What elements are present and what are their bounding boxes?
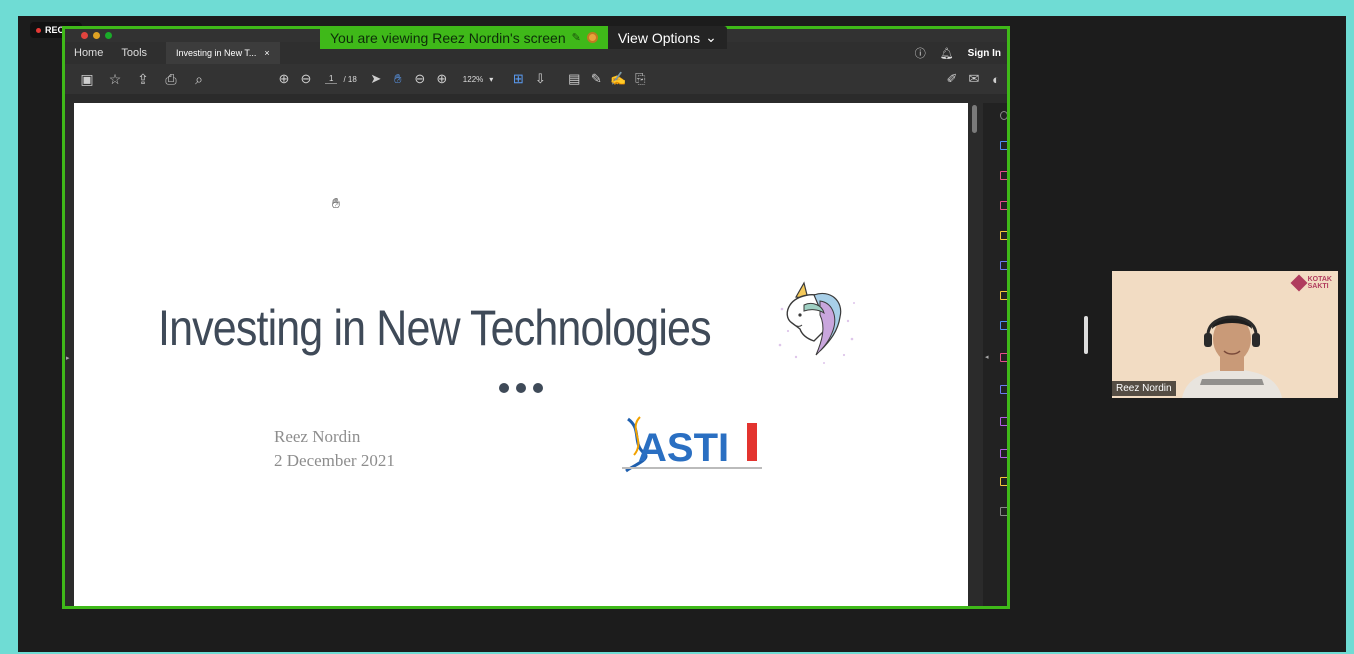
acrobat-toolbar: ▣ ☆ ⇪ ⎙ ⌕ ⊕ ⊖ 1 / 18 ➤ ✋︎ ⊖ ⊕ 122% ▾ ⊞ ⇩… xyxy=(65,64,1007,94)
email-icon[interactable]: ✉ xyxy=(963,71,985,87)
menu-tools[interactable]: Tools xyxy=(112,47,156,59)
print-icon[interactable]: ⎙ xyxy=(157,71,185,88)
slide-title: Investing in New Technologies xyxy=(158,300,712,356)
stop-share-icon[interactable] xyxy=(586,32,598,43)
vertical-scrollbar[interactable] xyxy=(970,103,980,606)
record-dot-icon xyxy=(36,27,41,33)
svg-text:ASTI: ASTI xyxy=(638,426,729,470)
close-tab-icon[interactable]: × xyxy=(264,48,269,58)
notification-bell-icon[interactable]: 🔔︎ xyxy=(940,47,954,60)
participant-video xyxy=(1172,299,1292,398)
collapse-panel-icon[interactable]: ◂ xyxy=(985,353,989,361)
stamp-icon[interactable]: ⎘ xyxy=(629,71,651,87)
maximize-window-icon[interactable] xyxy=(105,32,112,39)
slide-divider-dots xyxy=(499,383,543,393)
view-options-label: View Options xyxy=(617,29,701,46)
participant-video-tile[interactable]: KOTAK SAKTI Reez Nordin xyxy=(1112,271,1338,398)
screen-share-banner: You are viewing Reez Nordin's screen ✎ V… xyxy=(320,26,727,49)
comment-tool-icon[interactable] xyxy=(1000,231,1007,240)
zoom-select[interactable]: 122% ▾ xyxy=(463,75,493,84)
protect-icon[interactable] xyxy=(1000,385,1007,394)
edit-pdf-icon[interactable] xyxy=(1000,201,1007,210)
hand-tool-icon[interactable]: ✋︎ xyxy=(387,71,409,87)
close-window-icon[interactable] xyxy=(81,32,88,39)
search-tool-icon[interactable] xyxy=(1000,111,1007,120)
pdf-page: ✋︎ Investing in New Technologies Reez No… xyxy=(74,103,968,606)
page-total: / 18 xyxy=(343,74,357,84)
select-cursor-icon[interactable]: ➤ xyxy=(365,71,387,87)
fill-and-sign-icon[interactable] xyxy=(1000,417,1007,426)
export-pdf-icon[interactable] xyxy=(1000,141,1007,150)
document-tab[interactable]: Investing in New T... × xyxy=(166,42,280,64)
gallery-resize-handle[interactable] xyxy=(1084,316,1088,354)
sign-icon[interactable]: ✍ xyxy=(607,71,629,87)
viewing-text: You are viewing Reez Nordin's screen xyxy=(330,29,566,46)
more-tools-icon[interactable] xyxy=(1000,477,1007,486)
pin-icon[interactable]: ✎ xyxy=(572,31,581,44)
star-icon[interactable]: ☆ xyxy=(101,71,129,88)
left-panel-toggle-icon[interactable]: ▸ xyxy=(66,354,70,362)
zoom-out-icon[interactable]: ⊖ xyxy=(409,71,431,87)
zoom-value: 122% xyxy=(462,74,484,84)
upload-cloud-icon[interactable]: ⇪ xyxy=(129,71,157,88)
unicorn-illustration xyxy=(778,281,855,364)
page-up-icon[interactable]: ⊕ xyxy=(273,71,295,87)
share-icon[interactable]: ◐ xyxy=(985,72,1007,87)
page-indicator: 1 / 18 xyxy=(325,74,357,84)
slide-presenter-info: Reez Nordin 2 December 2021 xyxy=(274,425,395,473)
page-number-input[interactable]: 1 xyxy=(325,74,338,84)
create-pdf-icon[interactable] xyxy=(1000,171,1007,180)
page-down-icon[interactable]: ⊖ xyxy=(295,71,317,87)
save-icon[interactable]: ▣ xyxy=(73,71,101,88)
combine-files-icon[interactable] xyxy=(1000,261,1007,270)
presentation-date: 2 December 2021 xyxy=(274,451,395,470)
menu-home[interactable]: Home xyxy=(65,47,112,59)
asti-logo: ASTI xyxy=(622,416,762,473)
send-for-signature-icon[interactable] xyxy=(1000,449,1007,458)
compress-pdf-icon[interactable] xyxy=(1000,321,1007,330)
viewing-notice: You are viewing Reez Nordin's screen ✎ xyxy=(320,26,608,49)
settings-icon[interactable] xyxy=(1000,507,1007,516)
zoom-in-icon[interactable]: ⊕ xyxy=(431,71,453,87)
fill-sign-icon[interactable]: ✐ xyxy=(941,71,963,87)
help-icon[interactable]: ⓘ xyxy=(915,45,926,61)
pen-icon[interactable]: ✎ xyxy=(585,71,607,87)
redact-icon[interactable] xyxy=(1000,353,1007,362)
search-icon[interactable]: ⌕ xyxy=(185,71,213,88)
sign-in-link[interactable]: Sign In xyxy=(968,48,1001,59)
view-options-button[interactable]: View Options ⌄ xyxy=(607,26,727,49)
document-tab-label: Investing in New T... xyxy=(176,48,257,58)
participant-name-label: Reez Nordin xyxy=(1112,381,1176,396)
comment-icon[interactable]: ▤ xyxy=(563,71,585,87)
scroll-mode-icon[interactable]: ⇩ xyxy=(529,71,551,87)
hand-cursor-icon: ✋︎ xyxy=(332,195,340,211)
page-fit-icon[interactable]: ⊞ xyxy=(507,71,529,87)
minimize-window-icon[interactable] xyxy=(93,32,100,39)
chevron-down-icon: ⌄ xyxy=(705,29,717,45)
zoom-dropdown-icon: ▾ xyxy=(489,74,494,84)
organize-pages-icon[interactable] xyxy=(1000,291,1007,300)
kotak-sakti-logo: KOTAK SAKTI xyxy=(1290,274,1332,292)
scroll-thumb[interactable] xyxy=(972,105,977,133)
presenter-name: Reez Nordin xyxy=(274,427,361,446)
tools-side-panel: ◂ xyxy=(983,103,1007,606)
shared-screen: Home Tools Investing in New T... × ⓘ 🔔︎ … xyxy=(62,26,1010,609)
